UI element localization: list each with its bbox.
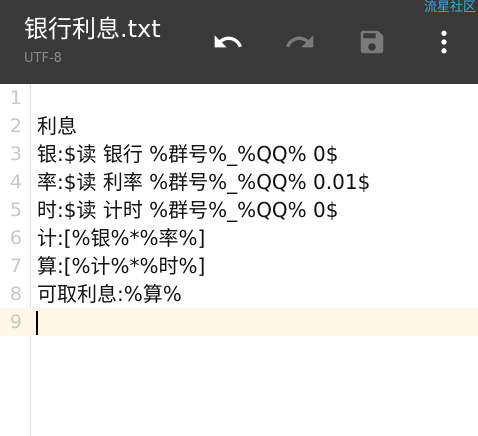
line-text[interactable]: 率:$读 利率 %群号%_%QQ% 0.01$ <box>37 168 370 196</box>
code-line-2[interactable]: 2 利息 <box>0 112 478 140</box>
toolbar: 流星社区 银行利息.txt UTF-8 <box>0 0 478 84</box>
line-number: 2 <box>9 115 22 137</box>
undo-icon <box>214 35 242 48</box>
code-line-9-current[interactable]: 9 <box>0 308 478 336</box>
text-editor-app: 流星社区 银行利息.txt UTF-8 1 2 利息 3 银:$读 银行 %群号… <box>0 0 478 436</box>
line-number: 1 <box>9 87 22 109</box>
code-line-1[interactable]: 1 <box>0 84 478 112</box>
file-title: 银行利息.txt <box>24 15 161 43</box>
code-line-3[interactable]: 3 银:$读 银行 %群号%_%QQ% 0$ <box>0 140 478 168</box>
line-number: 9 <box>9 311 22 333</box>
line-text[interactable]: 算:[%计%*%时%] <box>37 252 205 280</box>
editor-area[interactable]: 1 2 利息 3 银:$读 银行 %群号%_%QQ% 0$ 4 率:$读 利率 … <box>0 84 478 436</box>
line-text[interactable]: 利息 <box>37 112 77 140</box>
code-line-4[interactable]: 4 率:$读 利率 %群号%_%QQ% 0.01$ <box>0 168 478 196</box>
watermark: 流星社区 <box>423 0 476 15</box>
undo-button[interactable] <box>208 22 248 62</box>
line-number: 5 <box>9 199 22 221</box>
more-options-button[interactable] <box>424 22 464 62</box>
code-line-8[interactable]: 8 可取利息:%算% <box>0 280 478 308</box>
more-vertical-icon <box>441 30 447 54</box>
code-line-7[interactable]: 7 算:[%计%*%时%] <box>0 252 478 280</box>
line-text[interactable]: 时:$读 计时 %群号%_%QQ% 0$ <box>37 196 338 224</box>
redo-button[interactable] <box>280 22 320 62</box>
redo-icon <box>286 35 314 48</box>
text-cursor <box>36 311 38 335</box>
save-icon <box>360 30 384 54</box>
file-encoding[interactable]: UTF-8 <box>24 50 62 68</box>
line-text[interactable]: 银:$读 银行 %群号%_%QQ% 0$ <box>37 140 338 168</box>
line-text[interactable]: 计:[%银%*%率%] <box>37 224 205 252</box>
line-number: 6 <box>9 227 22 249</box>
line-number: 8 <box>9 283 22 305</box>
line-number: 3 <box>9 143 22 165</box>
save-button[interactable] <box>352 22 392 62</box>
line-number: 7 <box>9 255 22 277</box>
line-text[interactable]: 可取利息:%算% <box>37 280 182 308</box>
line-number: 4 <box>9 171 22 193</box>
code-line-5[interactable]: 5 时:$读 计时 %群号%_%QQ% 0$ <box>0 196 478 224</box>
code-line-6[interactable]: 6 计:[%银%*%率%] <box>0 224 478 252</box>
